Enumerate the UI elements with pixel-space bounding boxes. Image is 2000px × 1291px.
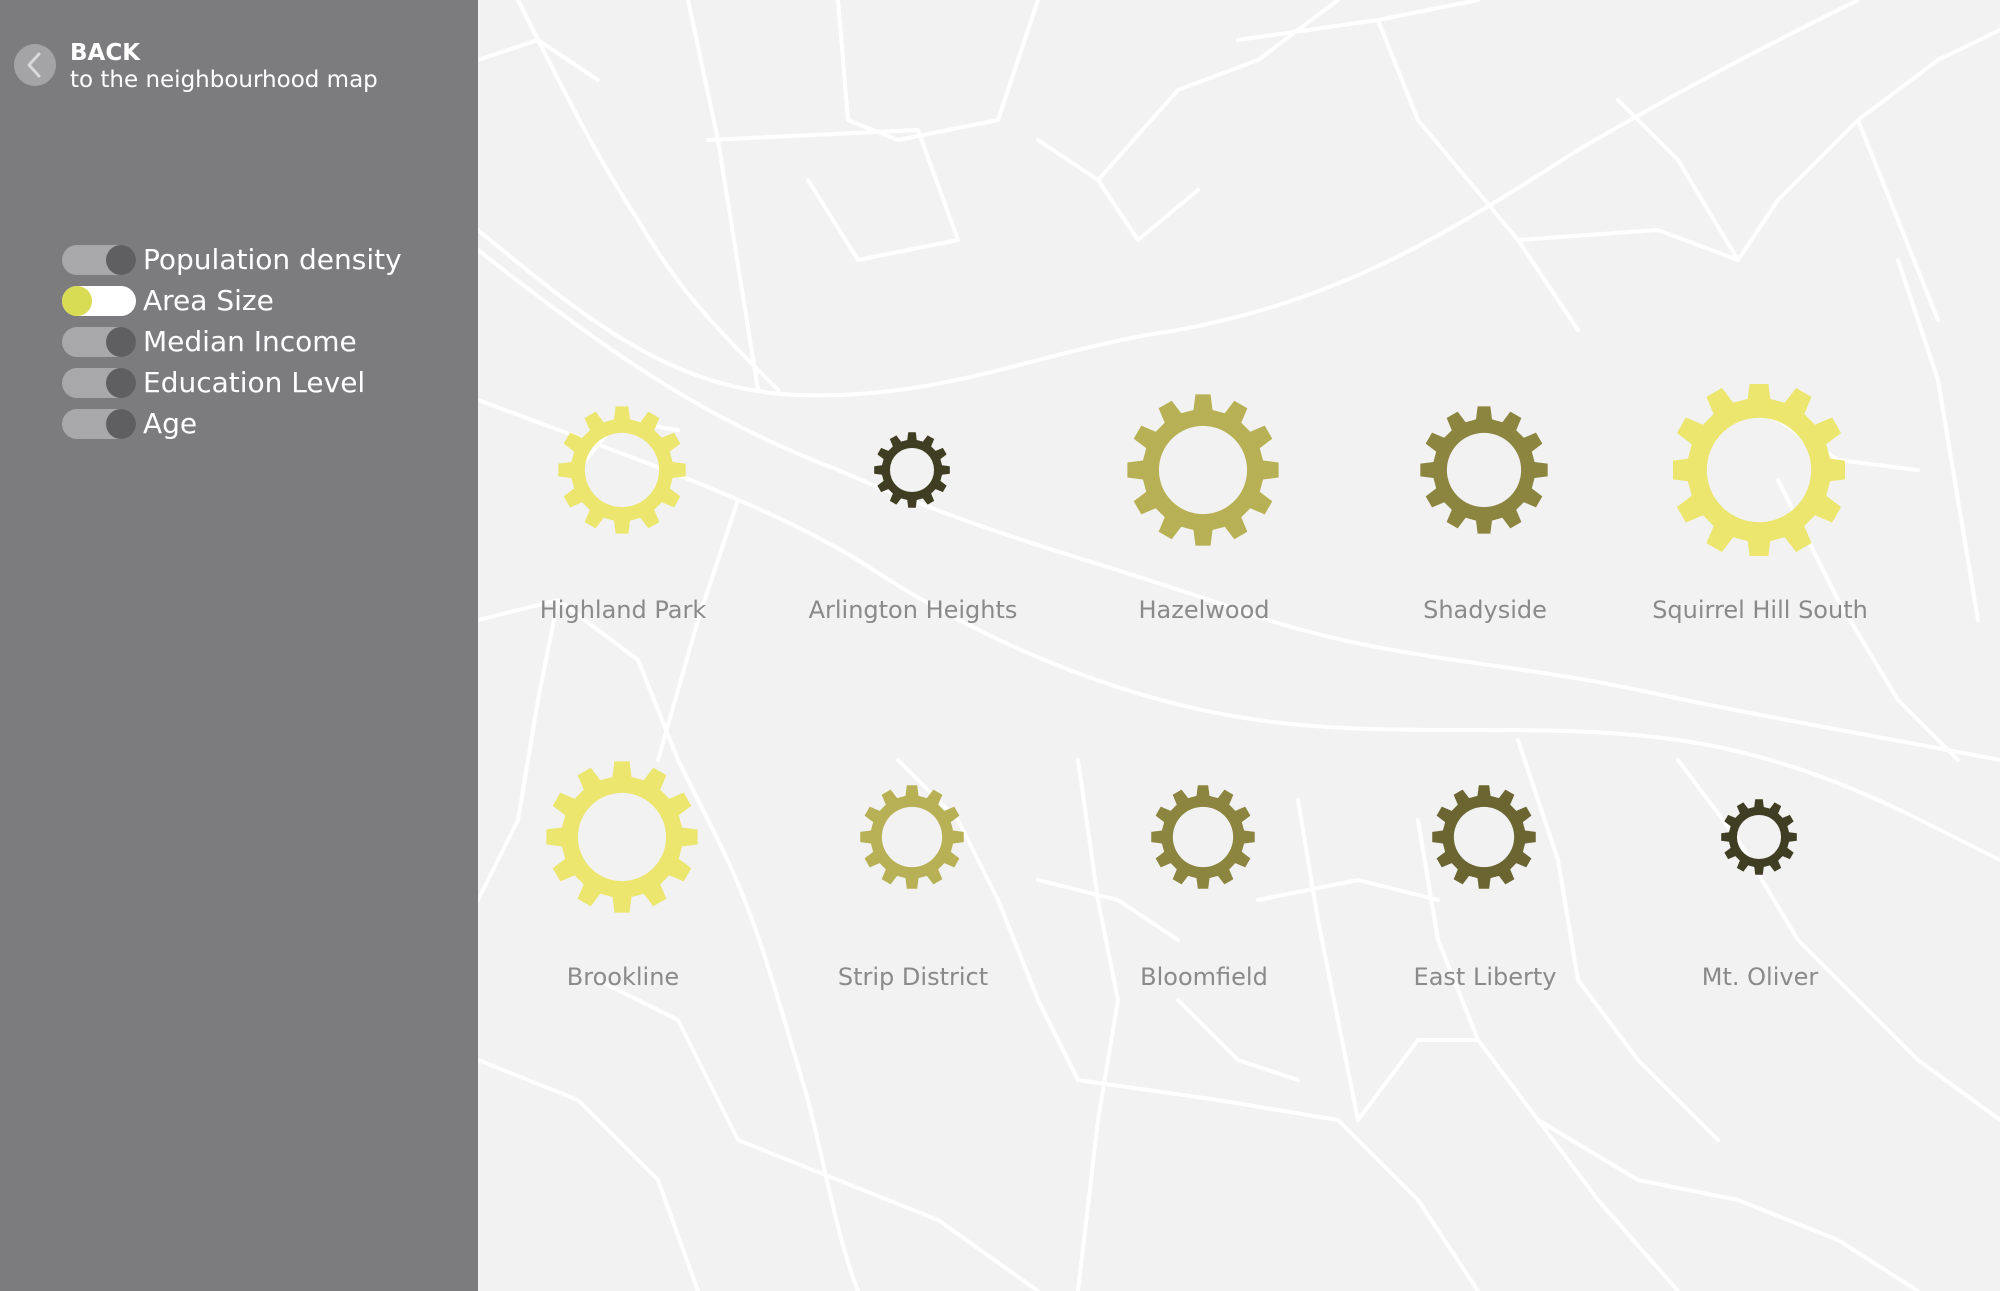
gear-shape <box>1420 406 1548 534</box>
neighbourhood-name[interactable]: Strip District <box>773 963 1053 991</box>
neighbourhood-tile-east-liberty[interactable]: East Liberty <box>1340 727 1630 1007</box>
gear-icon[interactable] <box>826 384 998 556</box>
neighbourhood-name[interactable]: Arlington Heights <box>773 596 1053 624</box>
gear-shape <box>1151 785 1255 889</box>
neighbourhood-tile-squirrel-hill-south[interactable]: Squirrel Hill South <box>1615 360 1905 640</box>
toggle-label[interactable]: Age <box>143 407 197 441</box>
neighbourhood-tile-mt-oliver[interactable]: Mt. Oliver <box>1615 727 1905 1007</box>
gear-icon[interactable] <box>1117 751 1289 923</box>
back-subtitle[interactable]: to the neighbourhood map <box>70 67 378 93</box>
neighbourhood-tile-arlington-heights[interactable]: Arlington Heights <box>768 360 1058 640</box>
back-circle[interactable] <box>14 44 56 86</box>
gear-shape <box>1432 785 1536 889</box>
toggle-label[interactable]: Median Income <box>143 325 357 359</box>
gear-icon[interactable] <box>1673 751 1845 923</box>
neighbourhood-name[interactable]: Shadyside <box>1345 596 1625 624</box>
gear-icon[interactable] <box>826 751 998 923</box>
gear-shape <box>860 785 964 889</box>
gear-icon[interactable] <box>1117 384 1289 556</box>
toggle-switch[interactable] <box>62 327 136 357</box>
toggle-label[interactable]: Education Level <box>143 366 365 400</box>
neighbourhood-tile-strip-district[interactable]: Strip District <box>768 727 1058 1007</box>
neighbourhood-name[interactable]: Brookline <box>483 963 763 991</box>
gear-shape <box>558 406 686 534</box>
gear-icon[interactable] <box>1673 384 1845 556</box>
toggle-knob[interactable] <box>62 286 92 316</box>
neighbourhood-name[interactable]: Squirrel Hill South <box>1620 596 1900 624</box>
gear-icon[interactable] <box>1398 384 1570 556</box>
neighbourhood-tile-brookline[interactable]: Brookline <box>478 727 768 1007</box>
toggle-knob[interactable] <box>106 327 136 357</box>
gear-shape <box>1721 799 1797 875</box>
neighbourhood-tile-shadyside[interactable]: Shadyside <box>1340 360 1630 640</box>
toggle-switch[interactable] <box>62 368 136 398</box>
toggle-switch[interactable] <box>62 409 136 439</box>
gear-icon[interactable] <box>536 384 708 556</box>
neighbourhood-name[interactable]: Mt. Oliver <box>1620 963 1900 991</box>
map-area: Highland Park Arlington Heights Hazelwoo… <box>478 0 2000 1291</box>
gear-icon[interactable] <box>1398 751 1570 923</box>
toggle-switch[interactable] <box>62 286 136 316</box>
neighbourhood-name[interactable]: East Liberty <box>1345 963 1625 991</box>
toggle-knob[interactable] <box>106 245 136 275</box>
neighbourhood-tile-highland-park[interactable]: Highland Park <box>478 360 768 640</box>
toggle-switch[interactable] <box>62 245 136 275</box>
neighbourhood-name[interactable]: Highland Park <box>483 596 763 624</box>
back-title[interactable]: BACK <box>70 40 140 66</box>
gear-shape <box>874 432 950 508</box>
street-map-background <box>478 0 2000 1291</box>
neighbourhood-name[interactable]: Bloomfield <box>1064 963 1344 991</box>
gear-icon[interactable] <box>536 751 708 923</box>
chevron-left-icon <box>27 52 41 78</box>
toggle-knob[interactable] <box>106 409 136 439</box>
toggle-knob[interactable] <box>106 368 136 398</box>
neighbourhood-tile-bloomfield[interactable]: Bloomfield <box>1059 727 1349 1007</box>
neighbourhood-tile-hazelwood[interactable]: Hazelwood <box>1059 360 1349 640</box>
sidebar: BACK to the neighbourhood map Population… <box>0 0 478 1291</box>
toggle-label[interactable]: Population density <box>143 243 402 277</box>
gear-shape <box>1673 384 1845 556</box>
gear-shape <box>546 761 698 913</box>
gear-shape <box>1127 394 1279 546</box>
toggle-label[interactable]: Area Size <box>143 284 274 318</box>
neighbourhood-name[interactable]: Hazelwood <box>1064 596 1344 624</box>
